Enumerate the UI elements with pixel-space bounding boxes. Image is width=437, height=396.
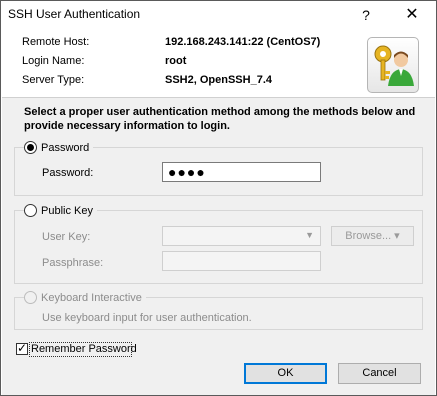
cancel-button[interactable]: Cancel [338,363,421,384]
checkmark-icon: ✓ [17,341,28,355]
public-key-radio[interactable] [24,204,37,217]
user-key-label: User Key: [42,231,91,243]
ssh-auth-dialog: SSH User Authentication ? ✕ Remote Host:… [0,0,437,396]
help-button[interactable]: ? [344,1,388,29]
password-radio-label[interactable]: Password [41,142,89,154]
chevron-down-icon: ▼ [305,230,314,240]
public-key-group [14,210,423,284]
title-bar: SSH User Authentication ? ✕ [1,1,436,29]
password-input[interactable]: ●●●● [162,162,321,182]
keyboard-radio-label[interactable]: Keyboard Interactive [41,292,142,304]
keyboard-description: Use keyboard input for user authenticati… [42,312,252,324]
instructions-text: Select a proper user authentication meth… [24,106,416,132]
public-key-radio-label[interactable]: Public Key [41,205,93,217]
user-key-combo[interactable]: ▼ [162,226,321,246]
passphrase-input[interactable] [162,251,321,271]
keyboard-radio[interactable] [24,291,37,304]
server-type-label: Server Type: [22,74,85,86]
browse-button[interactable]: Browse... ▾ [331,226,414,246]
passphrase-label: Passphrase: [42,257,104,269]
server-type-value: SSH2, OpenSSH_7.4 [165,74,272,86]
remember-password-checkbox[interactable]: ✓ [16,341,28,355]
password-radio-row[interactable]: Password [24,141,94,154]
close-button[interactable]: ✕ [390,1,434,29]
remote-host-value: 192.168.243.141:22 (CentOS7) [165,36,321,48]
keys-user-icon [367,37,419,93]
window-title: SSH User Authentication [8,7,141,21]
password-radio[interactable] [24,141,37,154]
remember-password-label[interactable]: Remember Password [31,343,137,355]
login-name-value: root [165,55,187,67]
ok-button[interactable]: OK [244,363,327,384]
password-field-label: Password: [42,167,94,179]
remote-host-label: Remote Host: [22,36,90,48]
public-key-radio-row[interactable]: Public Key [24,204,97,217]
keyboard-radio-row[interactable]: Keyboard Interactive [24,291,146,304]
password-masked-value: ●●●● [168,164,206,180]
login-name-label: Login Name: [22,55,85,67]
